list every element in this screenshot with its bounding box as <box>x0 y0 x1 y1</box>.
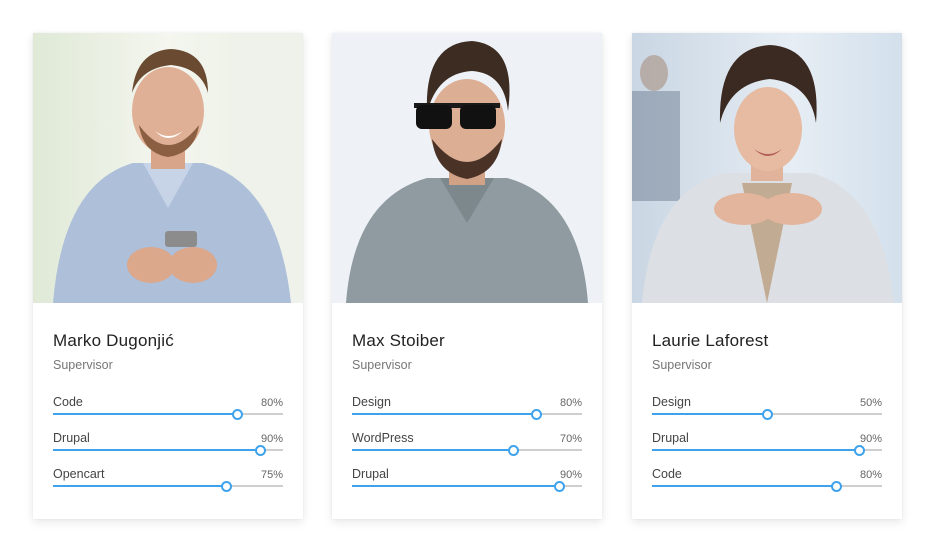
skill-label: Code <box>652 467 682 481</box>
skill-percent: 75% <box>260 469 283 481</box>
skill-fill <box>53 413 237 415</box>
skill-fill <box>352 449 513 451</box>
person-photo-1 <box>33 33 303 303</box>
skill-bar: Design 80% <box>352 395 582 425</box>
skill-bar: WordPress 70% <box>352 431 582 461</box>
skill-label: Drupal <box>652 431 689 445</box>
person-photo-3 <box>632 33 902 303</box>
skill-fill <box>352 413 536 415</box>
member-name: Laurie Laforest <box>652 331 769 350</box>
member-name: Marko Dugonjić <box>53 331 174 350</box>
skill-percent: 80% <box>859 469 882 481</box>
skill-track <box>352 409 582 420</box>
skill-label: Code <box>53 395 83 409</box>
skill-label: Drupal <box>53 431 90 445</box>
skill-percent: 80% <box>559 397 582 409</box>
skill-label: Drupal <box>352 467 389 481</box>
skill-fill <box>652 449 859 451</box>
skill-handle[interactable] <box>554 481 565 492</box>
person-photo-icon <box>632 33 902 303</box>
team-card: Marko Dugonjić Supervisor Code 80% Drupa… <box>33 33 303 519</box>
skill-handle[interactable] <box>232 409 243 420</box>
member-role: Supervisor <box>652 358 712 372</box>
person-photo-icon <box>332 33 602 303</box>
skill-fill <box>352 485 559 487</box>
skill-track <box>53 445 283 456</box>
skill-label: WordPress <box>352 431 414 445</box>
skill-bar: Opencart 75% <box>53 467 283 497</box>
team-card: Max Stoiber Supervisor Design 80% WordPr… <box>332 33 602 519</box>
skill-percent: 90% <box>260 433 283 445</box>
skill-track <box>652 445 882 456</box>
skill-bar: Drupal 90% <box>53 431 283 461</box>
skill-percent: 70% <box>559 433 582 445</box>
skill-track <box>352 481 582 492</box>
skill-track <box>53 481 283 492</box>
skill-fill <box>652 485 836 487</box>
skill-track <box>352 445 582 456</box>
skill-fill <box>53 485 226 487</box>
skill-track <box>53 409 283 420</box>
skill-handle[interactable] <box>508 445 519 456</box>
skill-label: Opencart <box>53 467 105 481</box>
skill-bar: Drupal 90% <box>652 431 882 461</box>
skill-label: Design <box>652 395 691 409</box>
skill-handle[interactable] <box>831 481 842 492</box>
skill-fill <box>53 449 260 451</box>
skill-bar: Code 80% <box>652 467 882 497</box>
skill-percent: 90% <box>559 469 582 481</box>
member-role: Supervisor <box>352 358 412 372</box>
person-photo-2 <box>332 33 602 303</box>
team-card: Laurie Laforest Supervisor Design 50% Dr… <box>632 33 902 519</box>
person-photo-icon <box>33 33 303 303</box>
member-name: Max Stoiber <box>352 331 445 350</box>
skill-bar: Design 50% <box>652 395 882 425</box>
member-role: Supervisor <box>53 358 113 372</box>
skill-handle[interactable] <box>531 409 542 420</box>
skill-handle[interactable] <box>854 445 865 456</box>
skill-label: Design <box>352 395 391 409</box>
skill-percent: 50% <box>859 397 882 409</box>
skill-handle[interactable] <box>220 481 232 492</box>
skill-handle[interactable] <box>762 409 773 420</box>
skill-track <box>652 481 882 492</box>
skill-percent: 80% <box>260 397 283 409</box>
skill-bar: Code 80% <box>53 395 283 425</box>
skill-fill <box>652 413 767 415</box>
skill-percent: 90% <box>859 433 882 445</box>
skill-handle[interactable] <box>255 445 266 456</box>
skill-track <box>652 409 882 420</box>
skill-bar: Drupal 90% <box>352 467 582 497</box>
